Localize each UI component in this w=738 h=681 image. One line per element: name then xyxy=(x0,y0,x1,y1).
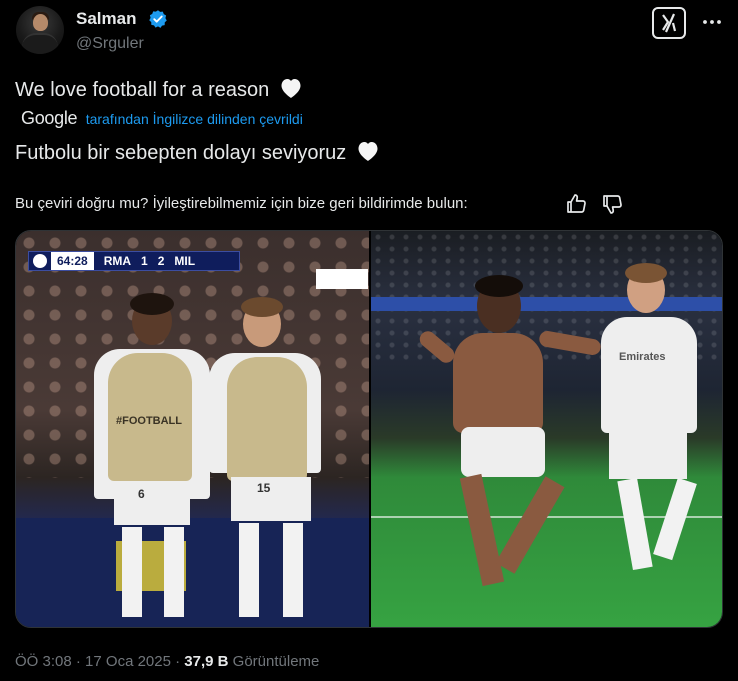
author-avatar[interactable] xyxy=(16,6,64,54)
view-count: 37,9 B xyxy=(184,653,229,670)
avatar-head xyxy=(33,14,48,31)
ball-boy-legs xyxy=(283,523,303,617)
away-score: 2 xyxy=(157,254,165,268)
meta-separator: · xyxy=(175,653,181,670)
view-label: Görüntüleme xyxy=(232,653,320,670)
grok-icon[interactable] xyxy=(652,7,686,39)
player-torso xyxy=(453,333,543,433)
player-legs xyxy=(653,477,697,561)
ball-boy-hair xyxy=(241,297,283,317)
translated-text: Futbolu bir sebepten dolayı seviyoruz xyxy=(15,140,380,165)
grok-glyph xyxy=(662,13,677,33)
ball-boy-legs xyxy=(122,527,142,617)
photo-goal-celebration[interactable]: Emirates xyxy=(371,231,722,627)
match-clock: 64:28 xyxy=(51,252,94,270)
teammate-player: Emirates xyxy=(581,263,711,577)
ball-boy-right: 15 xyxy=(201,297,326,627)
tweet-media[interactable]: 64:28 RMA 1 2 MIL #FOOTBALL 6 15 Emirate… xyxy=(15,230,723,628)
player-shorts xyxy=(609,433,687,479)
away-team: MIL xyxy=(174,254,196,268)
ball-boy-shorts xyxy=(231,477,311,521)
meta-separator: · xyxy=(75,653,81,670)
tweet-time[interactable]: ÖÖ 3:08 xyxy=(15,653,72,670)
ball-boy-left: #FOOTBALL 6 xyxy=(94,293,214,627)
author-name[interactable]: Salman xyxy=(76,9,136,29)
google-logo: Google xyxy=(21,108,78,128)
author-handle[interactable]: @Srguler xyxy=(76,35,144,53)
ball-boy-hair xyxy=(130,293,174,315)
thumbs-up-icon[interactable] xyxy=(564,192,588,216)
ball-boy-vest xyxy=(227,357,307,481)
champions-league-ball-icon xyxy=(33,254,47,268)
tweet-metadata: ÖÖ 3:08 · 17 Oca 2025 · 37,9 B Görüntüle… xyxy=(15,653,319,670)
scoreboard: 64:28 RMA 1 2 MIL xyxy=(28,251,240,271)
thumbs-down-icon[interactable] xyxy=(600,192,624,216)
heart-icon xyxy=(281,79,301,98)
home-score: 1 xyxy=(141,254,148,268)
player-hair xyxy=(475,275,523,297)
heart-icon xyxy=(358,142,378,161)
player-hair xyxy=(625,263,667,283)
player-number: 15 xyxy=(257,481,271,495)
photo-ball-boys[interactable]: 64:28 RMA 1 2 MIL #FOOTBALL 6 15 xyxy=(16,231,369,627)
more-icon[interactable] xyxy=(700,10,724,34)
ball-boy-shorts xyxy=(114,483,190,525)
translation-attribution: Google tarafından İngilizce dilinden çev… xyxy=(21,108,303,130)
ball-boy-legs xyxy=(239,523,259,617)
avatar-body xyxy=(22,33,58,54)
player-arm xyxy=(416,328,458,366)
player-legs xyxy=(495,476,565,574)
player-legs xyxy=(459,473,505,587)
tweet-text-content: We love football for a reason xyxy=(15,79,270,101)
translation-feedback-prompt: Bu çeviri doğru mu? İyileştirebilmemiz i… xyxy=(15,195,468,212)
player-number: 6 xyxy=(138,487,145,501)
tweet-text: We love football for a reason xyxy=(15,77,303,102)
player-legs xyxy=(617,477,653,571)
verified-badge-icon xyxy=(149,10,167,28)
ball-boy-legs xyxy=(164,527,184,617)
vest-label: #FOOTBALL xyxy=(116,415,182,427)
player-shorts xyxy=(461,427,545,477)
translated-by-link[interactable]: tarafından İngilizce dilinden çevrildi xyxy=(86,111,303,127)
tweet-date[interactable]: 17 Oca 2025 xyxy=(85,653,171,670)
shirt-sponsor: Emirates xyxy=(619,351,666,363)
translated-text-content: Futbolu bir sebepten dolayı seviyoruz xyxy=(15,142,347,164)
player-shirt xyxy=(601,317,697,433)
home-team: RMA xyxy=(103,254,132,268)
advertising-board-white xyxy=(316,269,368,289)
celebrating-player xyxy=(411,275,602,599)
